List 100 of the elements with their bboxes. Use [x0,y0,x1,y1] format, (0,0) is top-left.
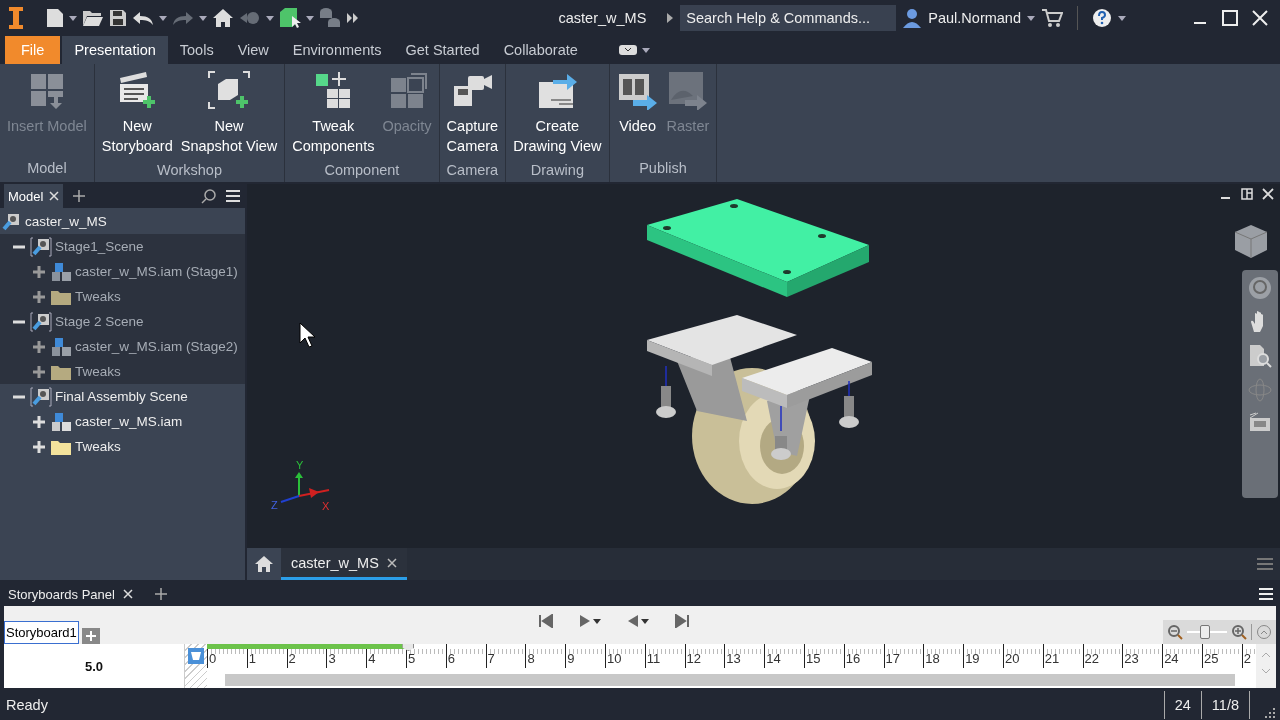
zoom-icon[interactable] [1248,344,1272,368]
panel-title[interactable]: Storyboards Panel [8,586,115,602]
ribbon-button[interactable]: Capture Camera [443,68,502,158]
save-icon[interactable] [109,9,127,27]
camera-track-icon[interactable] [188,648,204,664]
home-icon[interactable] [212,8,234,28]
tree-item[interactable]: caster_w_MS [0,211,107,232]
plus-icon [33,365,45,378]
split-view-icon[interactable] [1241,188,1253,200]
zoom-in-icon[interactable] [1231,624,1247,640]
ribbon-tab[interactable]: Environments [280,36,394,64]
tree-item[interactable]: Stage 2 Scene [30,311,144,332]
ribbon-button[interactable]: Tweak Components [289,68,378,158]
plus-icon [33,440,45,453]
resize-grip-icon [1264,707,1276,719]
search-field[interactable]: Search Help & Commands... [680,5,897,31]
assembly-cubes-icon [50,261,72,282]
close-icon[interactable] [49,191,60,201]
tree-item[interactable]: caster_w_MS.iam [50,411,183,432]
assembly-cubes-icon [50,336,72,357]
zoom-out-icon[interactable] [1167,624,1183,640]
cube-cursor-icon[interactable] [279,7,301,29]
user-menu[interactable]: Paul.Normand [928,10,1021,26]
ruler-label: 17 [883,644,924,668]
home-icon [254,555,274,573]
ribbon-tab[interactable]: View [225,36,281,64]
plus-icon [33,415,45,428]
plus-icon[interactable] [73,190,86,202]
open-folder-icon[interactable] [82,9,104,27]
caret-icon [641,618,649,624]
ribbon-button[interactable]: New Storyboard [98,68,176,158]
ribbon-button[interactable]: Create Drawing View [510,68,605,158]
ribbon-tab[interactable]: Get Started [393,36,492,64]
tree-item[interactable]: Tweaks [50,362,121,381]
ribbon-tab[interactable]: Tools [167,36,226,64]
group-title: Camera [445,161,500,180]
horizontal-scrollbar[interactable] [225,674,1235,686]
axis-label: Y [296,459,304,471]
double-chevron-icon[interactable] [346,12,360,24]
close-icon[interactable] [122,589,133,599]
ruler-label: 20 [1002,644,1043,668]
add-storyboard-button[interactable] [81,628,100,644]
playhead-handle[interactable] [402,644,415,651]
caret-icon [159,15,167,21]
maximize-icon[interactable] [1222,10,1238,26]
undo-icon[interactable] [132,10,154,26]
database-icon[interactable] [319,7,341,29]
view-cube-icon[interactable] [1232,222,1270,260]
caret-icon [69,15,77,21]
first-frame-icon [539,614,553,628]
axis-label: Z [271,499,278,511]
redo-icon[interactable] [172,10,194,26]
reverse-play-button[interactable] [627,614,649,628]
play-button[interactable] [579,614,601,628]
last-frame-button[interactable] [675,614,689,628]
group-title: Drawing [529,161,585,180]
ribbon-tab[interactable]: Presentation [62,36,168,64]
tree-item[interactable]: caster_w_MS.iam (Stage2) [50,336,238,357]
search-icon[interactable] [201,188,217,204]
ruler-label: 21 [1042,644,1083,668]
last-frame-icon [675,614,689,628]
close-icon[interactable] [1262,188,1274,200]
ribbon-button[interactable]: Video [613,68,662,156]
home-tab[interactable] [247,548,281,580]
cart-icon[interactable] [1041,8,1063,28]
ruler-label: 7 [485,644,526,668]
chevron-right-icon[interactable] [666,12,675,24]
tree-item[interactable]: Stage1_Scene [30,236,144,257]
tree-item[interactable]: Tweaks [50,287,121,306]
group-title: Component [323,161,401,180]
new-file-icon[interactable] [46,8,64,28]
plus-icon [33,265,45,278]
first-frame-button[interactable] [539,614,553,628]
caret-icon [199,15,207,21]
tree-item[interactable]: Final Assembly Scene [30,386,188,407]
document-title: caster_w_MS [558,10,647,26]
tree-item[interactable]: Tweaks [50,437,121,456]
app-logo-icon[interactable] [6,6,26,30]
toggle-icon[interactable] [617,44,638,56]
document-tab[interactable]: caster_w_MS [281,548,407,580]
ruler-label: 2 [1241,644,1256,668]
plus-icon [33,290,45,303]
tree-item[interactable]: caster_w_MS.iam (Stage1) [50,261,238,282]
ruler-label: 22 [1082,644,1123,668]
zoom-slider-thumb[interactable] [1200,625,1210,639]
plus-icon[interactable] [154,588,167,600]
back-icon[interactable] [239,11,261,25]
ribbon-button[interactable]: New Snapshot View [177,68,281,158]
look-at-icon[interactable] [1248,412,1272,432]
help-icon[interactable] [1092,8,1112,28]
caret-icon [593,618,601,624]
reverse-play-icon [627,614,639,628]
browser-tab[interactable]: Model [4,184,64,208]
ribbon-tab[interactable]: Collaborate [491,36,590,64]
close-icon[interactable] [386,557,397,568]
ruler-label: 14 [764,644,804,668]
storyboard-tab[interactable]: Storyboard1 [4,621,79,644]
scene-icon [30,386,52,407]
status-message: Ready [6,697,48,713]
ruler-label: 15 [803,644,844,668]
